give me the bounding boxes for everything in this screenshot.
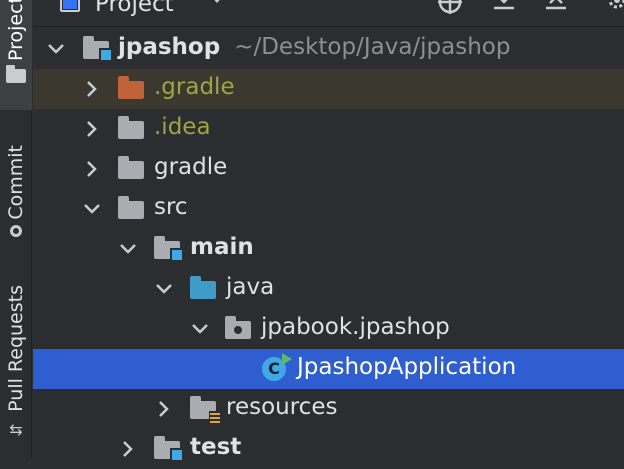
chevron-right-icon[interactable]	[117, 438, 139, 460]
tool-tab-commit-label: Commit	[5, 144, 27, 220]
chevron-down-icon[interactable]	[189, 318, 211, 340]
tree-label: JpashopApplication	[297, 354, 517, 380]
tree-row-java[interactable]: java	[33, 269, 624, 309]
module-folder-icon	[154, 236, 184, 262]
tree-label: java	[226, 274, 275, 300]
chevron-down-icon[interactable]	[81, 198, 103, 220]
chevron-down-icon[interactable]	[117, 238, 139, 260]
tree-label: main	[190, 234, 254, 260]
resources-folder-icon	[190, 396, 221, 423]
package-icon	[225, 316, 253, 340]
folder-icon	[118, 116, 146, 140]
tree-label: src	[154, 194, 188, 220]
module-folder-icon	[154, 436, 184, 462]
tree-label: jpabook.jpashop	[261, 314, 450, 340]
root-path: ~/Desktop/Java/jpashop	[234, 34, 511, 60]
tree-label: gradle	[154, 154, 228, 180]
chevron-down-icon[interactable]	[153, 278, 175, 300]
folder-icon	[118, 156, 146, 180]
locate-icon[interactable]	[437, 0, 463, 20]
commit-icon	[10, 225, 22, 238]
tree-row-resources[interactable]: resources	[33, 389, 624, 429]
dropdown-icon[interactable]	[209, 0, 225, 3]
tree-row-main[interactable]: main	[33, 229, 624, 269]
tree-row-idea[interactable]: .idea	[33, 109, 624, 149]
chevron-right-icon[interactable]	[81, 78, 103, 100]
module-folder-icon	[83, 36, 113, 62]
tree-label: test	[190, 434, 242, 460]
project-view-title[interactable]: Project	[95, 0, 174, 17]
collapse-all-icon[interactable]	[543, 0, 569, 20]
project-tree: jpashop ~/Desktop/Java/jpashop .gradle .i…	[33, 29, 624, 462]
tree-row-test[interactable]: test	[33, 429, 624, 469]
tree-row-src[interactable]: src	[33, 189, 624, 229]
chevron-down-icon[interactable]	[45, 38, 67, 60]
tree-row-gradle-cache[interactable]: .gradle	[33, 69, 624, 109]
tool-window-strip: Project Commit Pull Requests ⇆	[0, 0, 32, 458]
tree-label: resources	[226, 394, 338, 420]
pull-request-icon: ⇆	[9, 419, 23, 439]
tree-row-gradle[interactable]: gradle	[33, 149, 624, 189]
source-folder-icon	[190, 276, 218, 300]
project-view-header: Project	[33, 0, 624, 27]
project-view-icon	[60, 0, 80, 12]
folder-icon	[6, 65, 26, 84]
tree-label: .gradle	[154, 74, 235, 100]
tool-tab-project-label: Project	[5, 0, 27, 62]
tree-row-package[interactable]: jpabook.jpashop	[33, 309, 624, 349]
tool-tab-commit[interactable]: Commit	[0, 132, 32, 250]
root-name: jpashop	[118, 34, 221, 60]
tree-label: jpashop ~/Desktop/Java/jpashop	[118, 34, 510, 60]
tool-tab-pull-requests[interactable]: Pull Requests ⇆	[0, 285, 32, 458]
tool-tab-pull-requests-label: Pull Requests	[5, 285, 27, 412]
tree-row-jpashop[interactable]: jpashop ~/Desktop/Java/jpashop	[33, 29, 624, 69]
chevron-right-icon[interactable]	[81, 118, 103, 140]
tree-label: .idea	[154, 114, 211, 140]
chevron-right-icon[interactable]	[153, 398, 175, 420]
spring-boot-class-icon: C	[262, 353, 292, 381]
expand-all-icon[interactable]	[491, 0, 517, 20]
tool-tab-project[interactable]: Project	[0, 0, 32, 110]
folder-icon	[118, 196, 146, 220]
tree-row-jpashop-application[interactable]: C JpashopApplication	[33, 349, 624, 389]
chevron-right-icon[interactable]	[81, 158, 103, 180]
excluded-folder-icon	[118, 76, 146, 100]
settings-icon[interactable]	[601, 0, 624, 20]
